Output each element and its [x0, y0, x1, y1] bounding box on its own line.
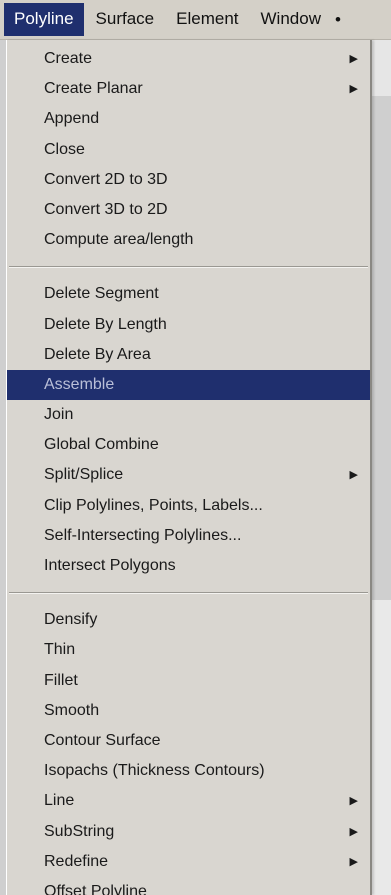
screen: Polyline Surface Element Window • Create…	[0, 0, 391, 895]
menubar: Polyline Surface Element Window •	[0, 0, 391, 40]
menu-item-intersect-polygons[interactable]: Intersect Polygons	[7, 551, 370, 581]
menu-separator	[7, 581, 370, 605]
menu-item-label: Fillet	[44, 671, 78, 689]
menu-item-label: Delete By Length	[44, 315, 167, 333]
menu-item-label: Delete By Area	[44, 345, 151, 363]
menu-separator	[7, 255, 370, 279]
menu-item-create[interactable]: Create ▶	[7, 44, 370, 74]
submenu-arrow-icon: ▶	[349, 855, 358, 868]
menu-item-clip-polylines-points-labels[interactable]: Clip Polylines, Points, Labels...	[7, 491, 370, 521]
menu-item-label: Contour Surface	[44, 731, 161, 749]
menu-item-label: Convert 3D to 2D	[44, 200, 168, 218]
submenu-arrow-icon: ▶	[349, 469, 358, 482]
menu-item-redefine[interactable]: Redefine ▶	[7, 847, 370, 877]
menu-item-label: Offset Polyline	[44, 882, 147, 895]
menu-item-label: Clip Polylines, Points, Labels...	[44, 496, 263, 514]
menu-item-label: Global Combine	[44, 436, 159, 454]
menu-item-delete-by-length[interactable]: Delete By Length	[7, 310, 370, 340]
submenu-arrow-icon: ▶	[349, 795, 358, 808]
menu-item-label: Close	[44, 140, 85, 158]
menu-item-delete-by-area[interactable]: Delete By Area	[7, 340, 370, 370]
submenu-arrow-icon: ▶	[349, 53, 358, 65]
submenu-arrow-icon: ▶	[349, 825, 358, 838]
menu-item-label: Redefine	[44, 852, 109, 870]
menu-item-label: Split/Splice	[44, 466, 124, 484]
menu-item-global-combine[interactable]: Global Combine	[7, 430, 370, 460]
menubar-item-polyline[interactable]: Polyline	[4, 3, 84, 36]
polyline-dropdown-menu: Create ▶ Create Planar ▶ Append Close Convert …	[6, 40, 372, 895]
background-window	[372, 34, 391, 96]
submenu-arrow-icon: ▶	[349, 83, 358, 96]
menu-item-label: Smooth	[44, 701, 100, 719]
menu-item-line[interactable]: Line ▶	[7, 786, 370, 816]
menu-item-label: Intersect Polygons	[44, 557, 176, 574]
menu-item-create-planar[interactable]: Create Planar ▶	[7, 74, 370, 104]
menu-item-label: Densify	[44, 611, 98, 629]
menu-item-substring[interactable]: SubString ▶	[7, 817, 370, 847]
menu-item-label: Delete Segment	[44, 285, 159, 303]
menu-item-label: Join	[44, 406, 74, 424]
menu-item-label: Append	[44, 110, 100, 128]
menu-item-smooth[interactable]: Smooth	[7, 696, 370, 726]
menu-item-label: Assemble	[44, 375, 115, 393]
menu-item-assemble[interactable]: Assemble	[7, 369, 370, 401]
menu-item-compute-area-length[interactable]: Compute area/length	[7, 225, 370, 255]
menu-item-label: Self-Intersecting Polylines...	[44, 526, 242, 544]
menu-item-split-splice[interactable]: Split/Splice ▶	[7, 460, 370, 490]
menu-item-fillet[interactable]: Fillet	[7, 666, 370, 696]
menu-item-offset-polyline[interactable]: Offset Polyline	[7, 877, 370, 895]
menu-item-join[interactable]: Join	[7, 400, 370, 430]
background-window	[372, 600, 391, 895]
menu-item-self-intersecting-polylines[interactable]: Self-Intersecting Polylines...	[7, 521, 370, 551]
menu-item-label: Line	[44, 792, 75, 810]
menu-item-label: Compute area/length	[44, 231, 194, 249]
menu-item-close[interactable]: Close	[7, 135, 370, 165]
menu-item-append[interactable]: Append	[7, 104, 370, 134]
menu-item-label: SubString	[44, 822, 115, 840]
menubar-item-window[interactable]: Window	[251, 3, 331, 36]
menu-item-label: Isopachs (Thickness Contours)	[44, 762, 265, 780]
menubar-item-surface[interactable]: Surface	[86, 3, 165, 36]
menu-item-thin[interactable]: Thin	[7, 635, 370, 665]
menu-item-isopachs-thickness-contours[interactable]: Isopachs (Thickness Contours)	[7, 756, 370, 786]
menubar-item-element[interactable]: Element	[166, 3, 248, 36]
menu-item-label: Convert 2D to 3D	[44, 170, 168, 188]
menubar-overflow-icon[interactable]: •	[333, 10, 343, 30]
menu-item-contour-surface[interactable]: Contour Surface	[7, 726, 370, 756]
menu-item-label: Create Planar	[44, 80, 143, 98]
menu-item-convert-2d-to-3d[interactable]: Convert 2D to 3D	[7, 165, 370, 195]
menu-item-densify[interactable]: Densify	[7, 605, 370, 635]
menu-item-label: Create	[44, 50, 93, 67]
menu-item-convert-3d-to-2d[interactable]: Convert 3D to 2D	[7, 195, 370, 225]
menu-item-label: Thin	[44, 641, 76, 659]
menu-item-delete-segment[interactable]: Delete Segment	[7, 279, 370, 309]
